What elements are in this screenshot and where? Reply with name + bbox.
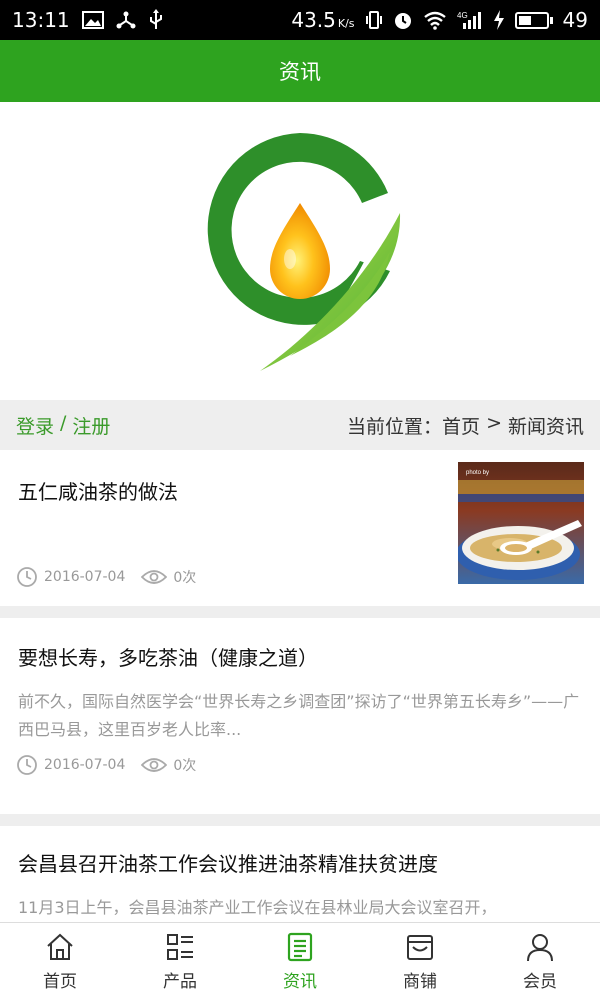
nav-label: 会员 xyxy=(523,972,557,992)
nav-products[interactable]: 产品 xyxy=(120,923,240,1000)
breadcrumb-current: 新闻资讯 xyxy=(507,415,584,438)
news-item[interactable]: 五仁咸油茶的做法 2016-07-04 0次 photo by xyxy=(0,450,600,618)
news-views: 0次 xyxy=(173,570,197,586)
nav-news[interactable]: 资讯 xyxy=(240,923,360,1000)
nav-label: 首页 xyxy=(43,972,77,992)
nav-home[interactable]: 首页 xyxy=(0,923,120,1000)
nav-label: 产品 xyxy=(163,972,197,992)
app-header: 资讯 xyxy=(0,40,600,102)
vibrate-icon xyxy=(365,10,383,30)
login-link[interactable]: 登录 xyxy=(16,412,54,439)
battery-fill xyxy=(518,15,532,25)
breadcrumb-arrow: > xyxy=(486,411,502,434)
shop-icon xyxy=(407,935,433,960)
news-date: 2016-07-04 xyxy=(44,569,126,585)
battery-icon xyxy=(514,11,553,29)
eye-icon xyxy=(141,758,168,772)
news-meta: 2016-07-04 0次 xyxy=(16,566,212,588)
share-icon xyxy=(116,10,136,30)
clock-icon xyxy=(17,567,37,587)
speed-unit: K/s xyxy=(337,17,355,30)
nav-shops[interactable]: 商铺 xyxy=(360,923,480,1000)
news-date: 2016-07-04 xyxy=(44,757,126,773)
auth-links: 登录 / 注册 xyxy=(16,412,110,439)
nav-members[interactable]: 会员 xyxy=(480,923,600,1000)
news-excerpt: 前不久，国际自然医学会“世界长寿之乡调查团”探访了“世界第五长寿乡”——广西巴马… xyxy=(18,692,580,739)
signal-icon: 4G xyxy=(457,10,483,30)
bottom-nav: 首页 产品 资讯 商铺 会员 xyxy=(0,922,600,1000)
news-title[interactable]: 五仁咸油茶的做法 xyxy=(18,476,178,505)
news-title[interactable]: 要想长寿，多吃茶油（健康之道） xyxy=(18,642,318,671)
clock-icon xyxy=(17,755,37,775)
logo-banner xyxy=(0,102,600,400)
status-bar: 13:11 43.5 K/s 4G 49 xyxy=(0,0,600,40)
brand-logo xyxy=(207,133,401,371)
news-excerpt: 11月3日上午，会昌县油茶产业工作会议在县林业局大会议室召开， xyxy=(18,898,497,917)
grid-list-icon xyxy=(167,934,193,960)
location-label: 当前位置： xyxy=(347,415,443,438)
alarm-icon xyxy=(393,10,413,30)
network-type: 4G xyxy=(457,11,468,20)
auth-separator: / xyxy=(60,411,67,434)
breadcrumb: 当前位置： 首页 > 新闻资讯 xyxy=(347,412,584,439)
news-meta: 2016-07-04 0次 xyxy=(16,754,212,776)
news-icon xyxy=(287,932,313,962)
network-speed: 43.5 K/s xyxy=(291,8,354,32)
clock: 13:11 xyxy=(12,8,70,32)
speed-value: 43.5 xyxy=(291,8,336,32)
news-item[interactable]: 要想长寿，多吃茶油（健康之道） 前不久，国际自然医学会“世界长寿之乡调查团”探访… xyxy=(0,618,600,826)
nav-label: 商铺 xyxy=(403,972,437,992)
breadcrumb-home-link[interactable]: 首页 xyxy=(442,412,480,439)
battery-percent: 49 xyxy=(562,8,588,32)
breadcrumb-bar: 登录 / 注册 当前位置： 首页 > 新闻资讯 xyxy=(0,400,600,450)
news-title[interactable]: 会昌县召开油茶工作会议推进油茶精准扶贫进度 xyxy=(18,848,438,877)
register-link[interactable]: 注册 xyxy=(72,412,110,439)
usb-icon xyxy=(148,9,164,31)
news-views: 0次 xyxy=(173,758,197,774)
image-icon xyxy=(81,11,104,29)
eye-icon xyxy=(141,570,168,584)
news-list: 五仁咸油茶的做法 2016-07-04 0次 photo by 要想长寿，多吃茶… xyxy=(0,450,600,996)
page-title: 资讯 xyxy=(279,60,321,84)
nav-label: 资讯 xyxy=(283,972,317,992)
wifi-icon xyxy=(423,10,447,30)
news-thumbnail[interactable]: photo by xyxy=(458,462,584,584)
user-icon xyxy=(527,934,553,962)
thumb-caption: photo by xyxy=(466,470,489,476)
charging-icon xyxy=(493,10,505,30)
home-icon xyxy=(47,933,73,960)
